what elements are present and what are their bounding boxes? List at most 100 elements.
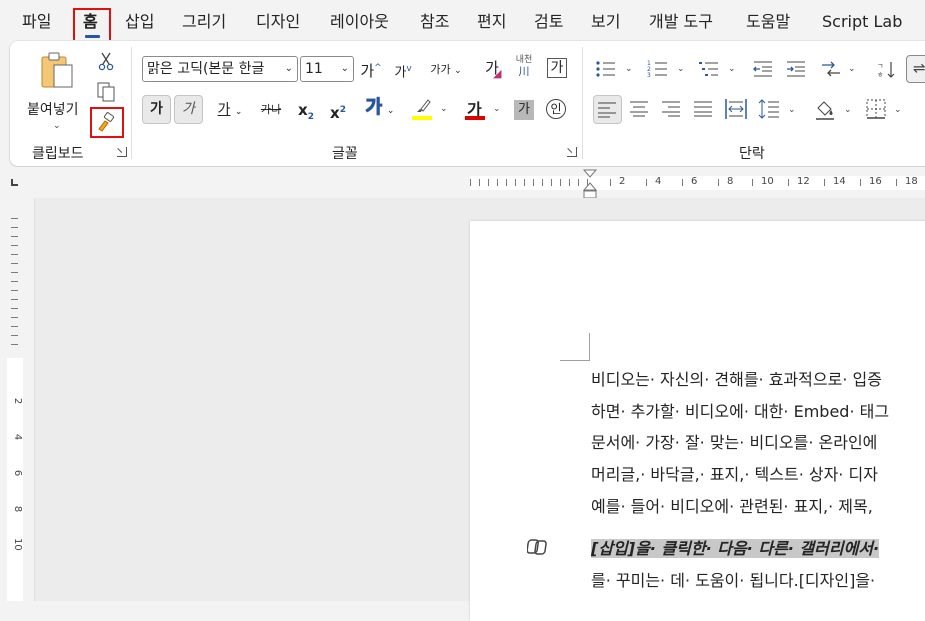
clipboard-group-label: 클립보드 [32,146,84,162]
ruler-number: 14 [833,176,846,187]
tab-mailings[interactable]: 편지 [477,10,506,34]
ruler-tick [718,179,719,186]
chevron-down-icon: ⌄ [440,104,448,114]
tab-insert[interactable]: 삽입 [125,10,154,34]
borders-button[interactable]: ⌄ [866,99,906,121]
superscript-button[interactable]: x2 [328,99,348,124]
tab-layout[interactable]: 레이아웃 [330,10,389,34]
italic-label: 가 [182,101,195,117]
document-text-line[interactable]: 를· 꾸미는· 데· 도움이· 됩니다.[디자인]을· [591,570,875,592]
tab-selector-icon[interactable] [11,179,18,186]
subscript-label: x [298,101,308,119]
paste-button[interactable]: 붙여넣기 ⌄ [26,49,86,131]
character-shading-label: 가 [518,102,530,117]
document-text-line[interactable]: 예를· 들어· 비디오에· 관련된· 표지,· 제목, [591,496,873,518]
ruler-tick [560,179,561,186]
text-effects-label: 가 [365,97,383,119]
bullet-list-icon [596,61,615,77]
sort-icon: ㄱ ㅎ [877,62,895,79]
tab-view[interactable]: 보기 [591,10,620,34]
font-color-button[interactable]: 가 ⌄ [465,95,505,123]
vertical-ruler: 2 4 6 8 10 [0,198,35,601]
character-border-button[interactable]: 가 [547,58,567,78]
bold-button[interactable]: 가 [142,95,171,124]
align-center-button[interactable] [630,101,650,117]
copilot-icon[interactable] [527,537,549,557]
copy-button[interactable] [96,81,116,103]
ruler-tick [788,179,789,186]
tab-help[interactable]: 도움말 [746,10,790,34]
indent-marker-icon[interactable] [582,169,598,199]
ruler-tick [488,179,489,186]
text-direction-button[interactable]: ⌄ [820,59,860,81]
font-size-value: 11 [305,61,323,77]
shading-button[interactable]: ⌄ [814,98,854,122]
highlighter-icon [417,99,431,112]
document-text-line-highlighted[interactable]: [삽입]을· 클릭한· 다음· 다른· 갤러리에서· [591,538,880,560]
distributed-button[interactable] [725,98,747,120]
align-right-button[interactable] [662,101,682,117]
sort-button[interactable]: ㄱ ㅎ [876,59,898,81]
ruler-tick [11,290,18,291]
phonetic-guide-label: 내천 [515,55,533,65]
superscript-label: x [330,104,340,122]
character-shading-button[interactable]: 가 [514,100,534,120]
document-text-line[interactable]: 머리글,· 바닥글,· 표지,· 텍스트· 상자· 디자 [591,464,878,486]
align-right-icon [662,101,680,117]
chevron-down-icon: ⌄ [728,64,736,74]
tab-references[interactable]: 참조 [420,10,449,34]
show-formatting-marks-button[interactable]: ⇌ [906,55,925,83]
multilevel-list-button[interactable]: ⌄ [698,59,738,81]
bullets-button[interactable]: ⌄ [595,59,635,81]
ruler-tick [497,179,498,186]
tab-design[interactable]: 디자인 [256,10,300,34]
subscript-button[interactable]: x2 [296,99,316,128]
document-text-line[interactable]: 하면· 추가할· 비디오에· 대한· Embed· 태그 [591,401,889,423]
text-effects-button[interactable]: 가 ⌄ [360,97,400,122]
shrink-font-button[interactable]: 가v [393,58,413,84]
strikethrough-label: 가나 [260,103,282,116]
tab-draw[interactable]: 그리기 [182,10,226,34]
ruler-tick [11,236,18,237]
strikethrough-button[interactable]: 가나 [258,99,284,121]
svg-text:3: 3 [647,72,651,79]
grow-font-button[interactable]: 가^ [360,57,382,82]
enclose-characters-button[interactable]: 인 [546,99,566,119]
document-text-line[interactable]: 비디오는· 자신의· 견해를· 효과적으로· 입증 [591,369,882,391]
align-left-button[interactable] [593,95,622,124]
chevron-down-icon: ⌄ [282,57,293,81]
justify-button[interactable] [694,101,714,117]
clipboard-dialog-launcher-icon[interactable] [117,147,127,157]
font-name-combo[interactable]: 맑은 고딕(본문 한글 ⌄ [142,56,298,82]
document-text-line[interactable]: 문서에· 가장· 잘· 맞는· 비디오를· 온라인에 [591,432,877,454]
font-size-combo[interactable]: 11 ⌄ [300,56,354,82]
cut-button[interactable] [96,51,116,73]
font-dialog-launcher-icon[interactable] [567,147,577,157]
clear-formatting-button[interactable]: 가 ◢ [481,57,503,80]
change-case-button[interactable]: 가가 ⌄ [425,59,467,82]
ruler-number: 18 [905,176,918,187]
decrease-indent-icon [753,61,772,77]
tab-script-lab[interactable]: Script Lab [822,10,902,34]
distributed-icon [725,99,747,119]
tab-review[interactable]: 검토 [534,10,563,34]
tab-file[interactable]: 파일 [22,10,51,34]
tab-developer[interactable]: 개발 도구 [649,10,713,34]
eraser-icon: ◢ [493,67,502,80]
line-spacing-button[interactable]: ⌄ [758,98,798,120]
svg-text:ㄱ: ㄱ [877,62,883,70]
group-divider [131,47,132,159]
highlight-color-button[interactable]: ⌄ [412,97,452,123]
underline-button[interactable]: 가 ⌄ [210,99,250,123]
chevron-down-icon: ⌄ [844,105,852,115]
phonetic-guide-button[interactable]: 내천 川 [512,55,536,79]
highlight-color-swatch [412,116,432,120]
multilevel-list-icon [699,62,718,76]
ruler-number: 12 [797,176,810,187]
ruler-number: 6 [691,176,698,187]
increase-indent-button[interactable] [785,59,807,81]
chevron-down-icon: ⌄ [894,105,902,115]
numbering-button[interactable]: 1 2 3 ⌄ [647,59,687,81]
decrease-indent-button[interactable] [752,59,774,81]
italic-button[interactable]: 가 [174,95,203,124]
